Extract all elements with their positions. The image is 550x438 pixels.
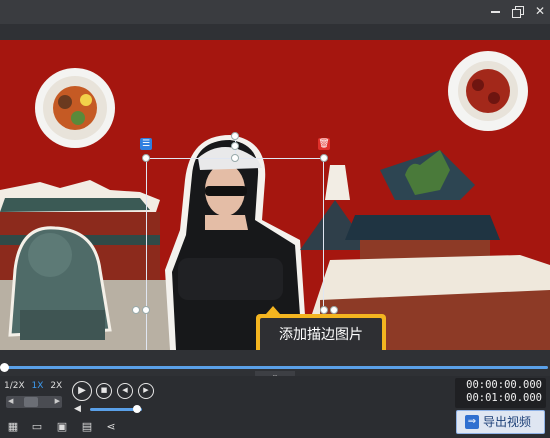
rotate-handle[interactable] — [231, 142, 239, 150]
share-icon[interactable]: ⋖ — [104, 420, 118, 434]
tooltip-text: 添加描边图片 — [260, 318, 382, 352]
delete-icon[interactable]: 🗑 — [318, 138, 330, 150]
resize-handle-top-middle[interactable] — [231, 154, 239, 162]
resize-handle-right[interactable] — [320, 306, 328, 314]
export-video-button[interactable]: ⇒ 导出视频 — [456, 410, 545, 434]
time-display: 00:00:00.000 00:01:00.000 — [455, 378, 546, 408]
timeline-playhead[interactable] — [0, 363, 9, 372]
speed-slider-thumb[interactable] — [24, 397, 38, 407]
resize-handle-top-right[interactable] — [320, 154, 328, 162]
play-button[interactable]: ▶ — [72, 381, 92, 401]
restore-icon[interactable] — [509, 2, 527, 20]
title-bar: ✕ — [0, 0, 550, 24]
stop-button[interactable]: ■ — [96, 383, 112, 399]
tooltip-arrow — [266, 306, 280, 314]
previous-frame-button[interactable]: ◀ — [117, 383, 133, 399]
export-video-label: 导出视频 — [483, 415, 532, 429]
speed-slider[interactable]: ◀ ▶ — [6, 396, 62, 408]
total-time: 00:01:00.000 — [466, 392, 542, 404]
new-project-icon[interactable]: ▦ — [6, 420, 20, 434]
speed-1x[interactable]: 1X — [32, 381, 44, 391]
open-folder-icon[interactable]: ▭ — [30, 420, 44, 434]
resize-handle-top-left[interactable] — [142, 154, 150, 162]
timeline-track[interactable] — [4, 366, 548, 369]
rotate-handle-top[interactable] — [231, 132, 239, 140]
speed-down-icon[interactable]: ◀ — [8, 397, 13, 405]
timeline[interactable]: ⌄ — [0, 350, 550, 381]
speed-up-icon[interactable]: ▶ — [55, 397, 60, 405]
resize-handle-right-outer[interactable] — [330, 306, 338, 314]
save-as-icon[interactable]: ▤ — [80, 420, 94, 434]
next-frame-button[interactable]: ▶ — [138, 383, 154, 399]
minimize-icon[interactable] — [487, 2, 505, 20]
current-time: 00:00:00.000 — [466, 379, 542, 391]
export-icon: ⇒ — [465, 415, 479, 429]
speed-half[interactable]: 1/2X — [4, 381, 25, 391]
resize-handle-left-outer[interactable] — [132, 306, 140, 314]
speed-selector[interactable]: 1/2X 1X 2X — [4, 381, 66, 391]
volume-slider-thumb[interactable] — [132, 405, 141, 413]
close-icon[interactable]: ✕ — [531, 2, 549, 20]
layer-list-icon[interactable]: ☰ — [140, 138, 152, 150]
top-strip — [0, 24, 550, 40]
resize-handle-left[interactable] — [142, 306, 150, 314]
volume-icon[interactable]: ◀ — [74, 404, 81, 414]
speed-2x[interactable]: 2X — [50, 381, 62, 391]
preview-canvas[interactable]: ☰ 🗑 — [0, 40, 550, 350]
save-icon[interactable]: ▣ — [55, 420, 69, 434]
